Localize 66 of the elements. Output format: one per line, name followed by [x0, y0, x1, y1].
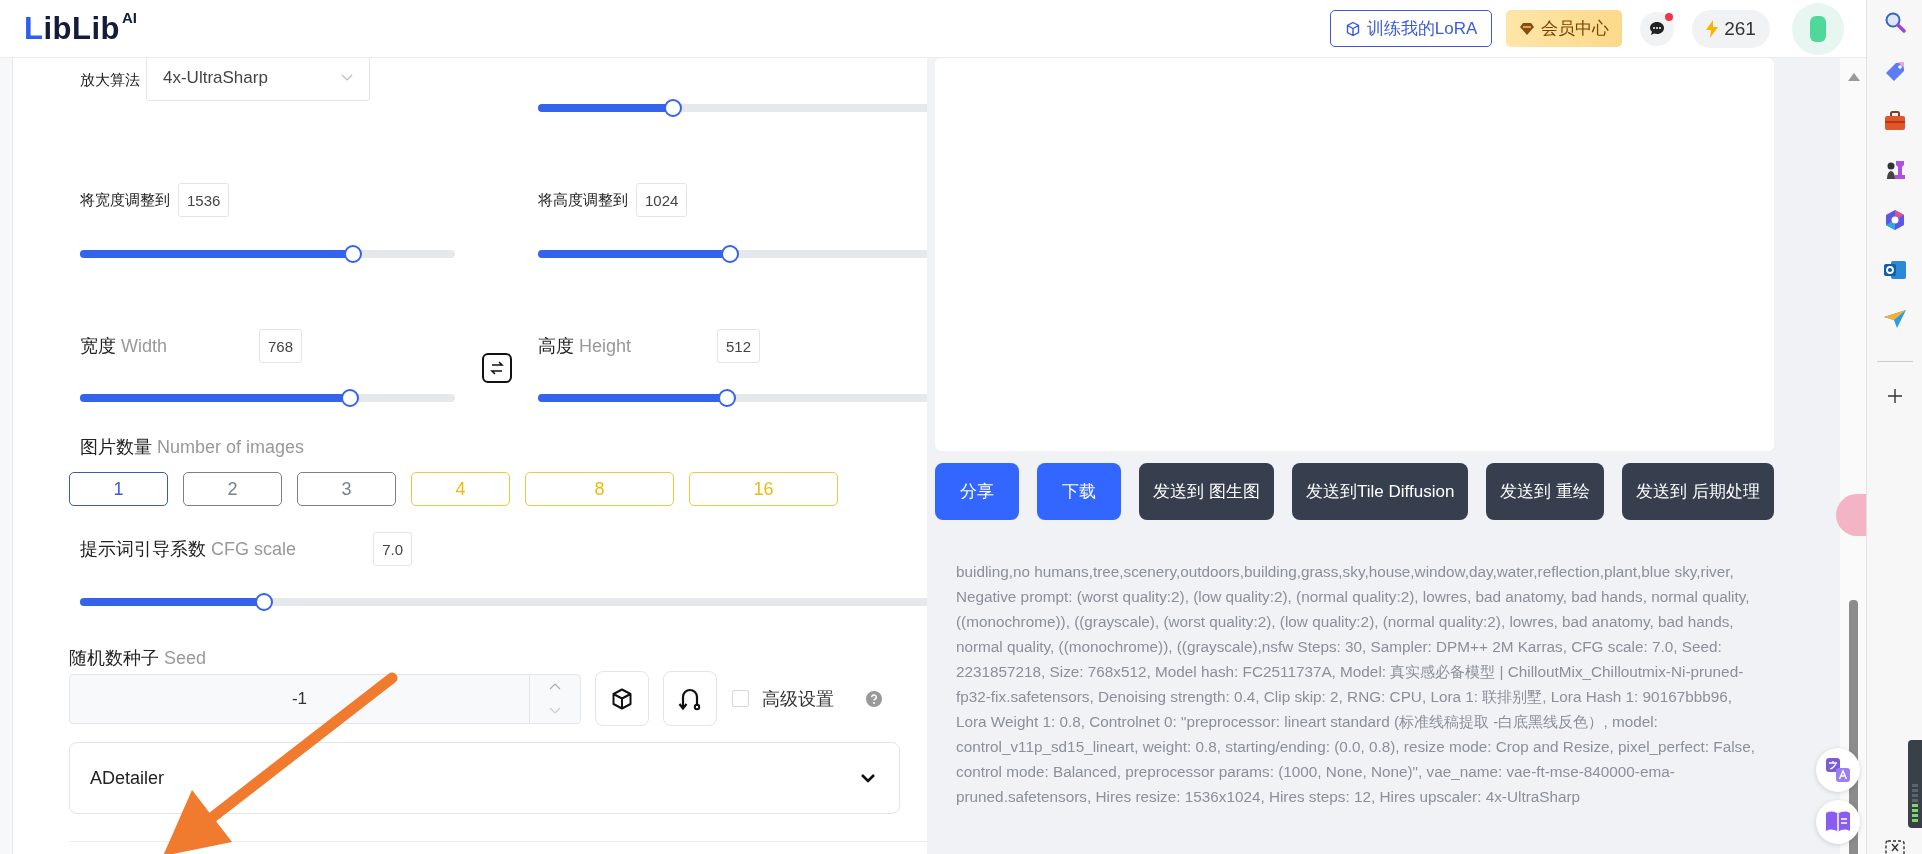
action-button[interactable]: 分享 [935, 463, 1019, 520]
swirl-icon[interactable] [1883, 209, 1906, 231]
book-icon [1825, 810, 1851, 834]
number-input[interactable]: 768 [258, 329, 302, 363]
translate-icon [1825, 757, 1851, 783]
screenshot-icon[interactable] [1885, 840, 1905, 854]
reuse-seed-button[interactable] [663, 671, 717, 726]
slider[interactable] [538, 245, 927, 263]
cube-icon [1344, 20, 1361, 37]
checkbox-label: 高级设置 [762, 687, 834, 711]
field-label: 放大算法 [80, 70, 140, 90]
field-label: 宽度 Width [80, 335, 168, 357]
field-label: 将宽度调整到 [80, 190, 170, 210]
vip-center-button[interactable]: 会员中心 [1506, 10, 1622, 47]
swap-icon[interactable] [481, 353, 512, 383]
scroll-up-icon[interactable] [1848, 73, 1860, 81]
field-label: 图片数量 Number of images [80, 437, 306, 458]
cube-icon [610, 686, 634, 711]
seed-field[interactable]: -1 [69, 673, 581, 724]
number-input[interactable]: 7.0 [373, 532, 412, 566]
action-button[interactable]: 下载 [1037, 463, 1122, 520]
slider[interactable] [80, 389, 455, 407]
toolbox-icon[interactable] [1883, 111, 1906, 131]
credits-badge[interactable]: 261 [1692, 9, 1770, 48]
slider[interactable] [80, 245, 455, 263]
slider[interactable] [538, 389, 927, 407]
image-count-option[interactable]: 3 [297, 472, 396, 506]
diamond-icon [1519, 21, 1535, 36]
chat-button[interactable] [1640, 11, 1674, 46]
upscaler-select[interactable]: 4x-UltraSharp [146, 58, 370, 101]
translate-button[interactable] [1816, 748, 1860, 792]
image-count-option[interactable]: 2 [183, 472, 282, 506]
train-lora-button[interactable]: 训练我的LoRA [1330, 10, 1492, 47]
slider[interactable] [538, 99, 927, 117]
number-input[interactable]: 1024 [636, 183, 688, 217]
image-count-option[interactable]: 1 [69, 472, 168, 506]
help-icon[interactable] [866, 690, 882, 707]
slider[interactable] [80, 593, 927, 611]
action-button[interactable]: 发送到 后期处理 [1622, 463, 1774, 520]
field-label: 随机数种子 Seed [69, 648, 208, 669]
action-button[interactable]: 发送到 图生图 [1139, 463, 1274, 520]
random-seed-button[interactable] [595, 671, 649, 726]
chat-icon [1648, 19, 1666, 38]
lightning-icon [1706, 19, 1719, 38]
field-label: 将高度调整到 [538, 190, 628, 210]
avatar-icon [1808, 13, 1828, 44]
advanced-checkbox[interactable] [732, 690, 749, 707]
chevron-down-icon [549, 707, 561, 714]
number-input[interactable]: 1536 [178, 183, 230, 217]
chevron-down-icon [341, 74, 353, 82]
add-icon[interactable] [1886, 388, 1903, 404]
logo-suffix: AI [122, 8, 137, 26]
reader-button[interactable] [1816, 800, 1860, 844]
chevron-down-icon [860, 773, 876, 783]
action-button[interactable]: 发送到Tile Diffusion [1292, 463, 1469, 520]
adetailer-section[interactable]: ADetailer [69, 742, 900, 814]
chevron-up-icon [549, 683, 561, 690]
section-title: ADetailer [90, 767, 165, 789]
mail-icon[interactable] [1882, 259, 1907, 281]
generation-info: buidling,no humans,tree,scenery,outdoors,building,grass,sky,house,window,day,water,reflection,plant,blue sky,river, Negative prompt: (worst quality:2), (low quality:2), (normal quality:2), lowres, bad anatomy, bad hands, normal quality, ((monochrome)), ((grayscale), (worst quality:2), (low quality:2), (normal quality:2), lowres, bad anatomy, bad hands, normal quality, ((monochrome)), ((grayscale),nsfw Steps: 30, Sampler: DPM++ 2M Karras, CFG scale: 7.0, Seed: 2231857218, Size: 768x512, Model hash: FC2511737A, Model: 真实感必备模型 | ChilloutMix_Chilloutmix-Ni-pruned-fp32-fix.safetensors, Denoising strength: 0.4, Clip skip: 2, RNG: CPU, Lora 1: 联排别墅, Lora Hash 1: 90167bbb96, Lora Weight 1: 0.8, Controlnet 0: "preprocessor: lineart standard (标准线稿提取 -白底黑线反色）, model: control_v11p_sd15_lineart, weight: 0.8, starting/ending: (0.0, 0.8), resize mode: Crop and Resize, pixel_perfect: False, control mode: Balanced, preprocessor params: (1000, None, None)", vae_name: vae-ft-mse-840000-ema-pruned.safetensors, Hires resize: 1536x1024, Hires steps: 12, Hires upscaler: 4x-UltraSharp [956, 562, 1756, 807]
number-input[interactable]: 512 [716, 329, 760, 363]
action-button[interactable]: 发送到 重绘 [1486, 463, 1605, 520]
logo[interactable]: LibLib [24, 10, 120, 47]
field-label: 高度 Height [538, 335, 632, 357]
field-label: 提示词引导系数 CFG scale [80, 538, 297, 560]
search-icon[interactable] [1883, 11, 1906, 33]
